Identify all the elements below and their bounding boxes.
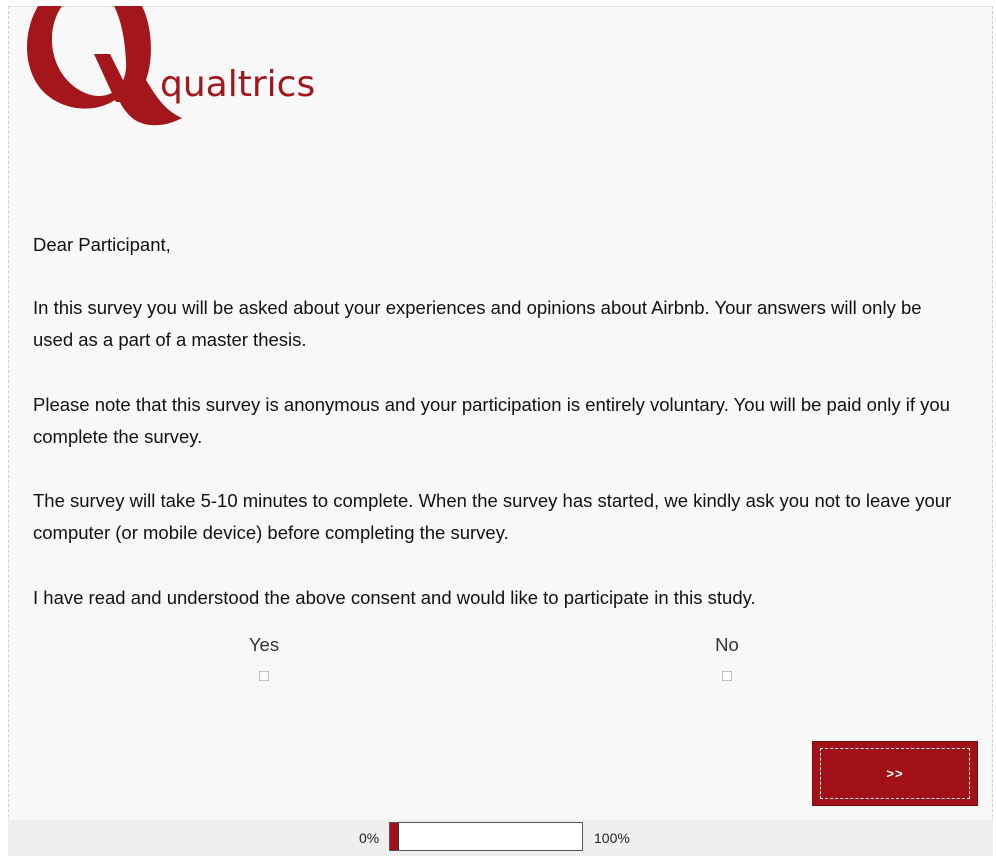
progress-bar-fill [390,823,399,850]
duration-paragraph: The survey will take 5-10 minutes to com… [33,490,952,543]
next-button[interactable]: >> [812,741,978,806]
anonymity-paragraph: Please note that this survey is anonymou… [33,394,950,447]
progress-start-label: 0% [359,830,380,846]
logo-wordmark: qualtrics [160,64,316,105]
next-button-label: >> [820,748,970,799]
choice-label-no[interactable]: No [687,634,767,656]
choice-checkbox-no[interactable] [722,671,732,681]
consent-question: I have read and understood the above con… [33,587,756,608]
intro-paragraph: In this survey you will be asked about y… [33,297,922,350]
choice-checkbox-yes[interactable] [259,671,269,681]
progress-end-label: 100% [594,830,630,846]
choice-label-yes[interactable]: Yes [224,634,304,656]
progress-bar [389,822,583,851]
greeting-text: Dear Participant, [33,234,171,255]
